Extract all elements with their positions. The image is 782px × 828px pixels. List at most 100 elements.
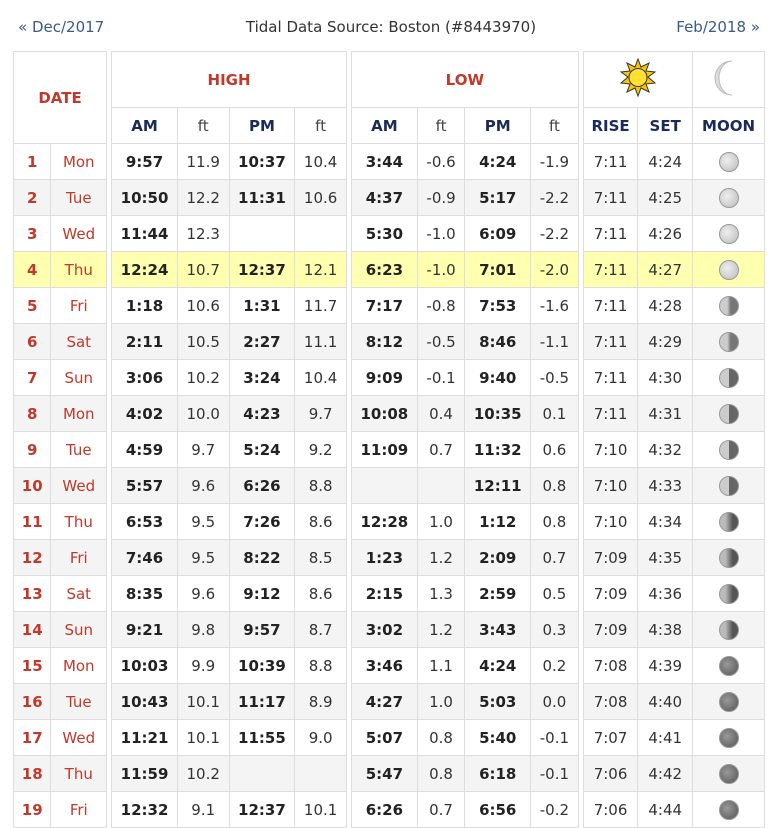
sunset-time: 4:30 xyxy=(637,359,694,396)
sunrise-time: 7:09 xyxy=(582,539,639,576)
moon-phase-cell xyxy=(692,359,765,396)
low-pm-time: 7:53 xyxy=(464,287,532,324)
high-am-time: 10:43 xyxy=(111,683,178,720)
low-pm-time: 12:11 xyxy=(464,467,532,504)
low-am-time: 5:47 xyxy=(350,755,418,792)
table-row: 12 Fri 7:46 9.5 8:22 8.5 1:23 1.2 2:09 0.7 7:09 4:3… xyxy=(12,539,765,576)
sunset-time: 4:26 xyxy=(637,215,694,252)
high-am-time: 12:24 xyxy=(111,251,178,288)
high-am-time: 11:21 xyxy=(111,719,178,756)
high-am-height: 9.6 xyxy=(176,467,230,504)
sunrise-time: 7:06 xyxy=(582,791,639,828)
day-number: 17 xyxy=(12,719,52,756)
high-pm-time: 7:26 xyxy=(228,503,296,540)
sunset-time: 4:32 xyxy=(637,431,694,468)
moon-phase-cell xyxy=(692,539,765,576)
moon-phase-icon xyxy=(718,295,739,316)
low-am-ft-header: ft xyxy=(416,107,466,144)
high-pm-time: 12:37 xyxy=(228,791,296,828)
table-row: 10 Wed 5:57 9.6 6:26 8.8 12:11 0.8 7:10 4:33 xyxy=(12,467,765,504)
high-pm-ft-header: ft xyxy=(294,107,347,144)
moon-phase-cell xyxy=(692,503,765,540)
moon-phase-cell xyxy=(692,791,765,828)
high-pm-time: 10:37 xyxy=(228,143,296,180)
sunrise-time: 7:11 xyxy=(582,359,639,396)
moon-header: MOON xyxy=(692,107,765,144)
moon-phase-cell xyxy=(692,215,765,252)
low-pm-height: -0.1 xyxy=(530,719,579,756)
moon-phase-cell xyxy=(692,719,765,756)
moon-phase-icon xyxy=(718,367,739,388)
low-pm-height: 0.8 xyxy=(530,503,579,540)
sunrise-time: 7:08 xyxy=(582,647,639,684)
low-pm-time: 2:59 xyxy=(464,575,532,612)
high-pm-time: 3:24 xyxy=(228,359,296,396)
moon-phase-icon xyxy=(718,583,739,604)
day-number: 11 xyxy=(12,503,52,540)
sunset-time: 4:33 xyxy=(637,467,694,504)
low-am-height: -0.6 xyxy=(416,143,466,180)
sunrise-time: 7:10 xyxy=(582,467,639,504)
sunrise-time: 7:11 xyxy=(582,251,639,288)
low-am-height xyxy=(416,467,466,504)
low-pm-height: -0.2 xyxy=(530,791,579,828)
high-pm-height: 8.9 xyxy=(294,683,347,720)
day-of-week: Tue xyxy=(50,431,108,468)
high-pm-header: PM xyxy=(228,107,296,144)
high-pm-time: 1:31 xyxy=(228,287,296,324)
date-header: DATE xyxy=(12,51,108,144)
high-am-time: 5:57 xyxy=(111,467,178,504)
high-pm-height: 9.2 xyxy=(294,431,347,468)
high-pm-time: 11:31 xyxy=(228,179,296,216)
low-am-time: 8:12 xyxy=(350,323,418,360)
table-row: 5 Fri 1:18 10.6 1:31 11.7 7:17 -0.8 7:53 -1.6 7:11… xyxy=(12,287,765,324)
high-am-time: 4:59 xyxy=(111,431,178,468)
low-header: LOW xyxy=(350,51,579,108)
moon-phase-icon xyxy=(718,799,739,820)
day-of-week: Tue xyxy=(50,683,108,720)
high-pm-height: 10.4 xyxy=(294,143,347,180)
low-pm-time: 6:18 xyxy=(464,755,532,792)
moon-phase-cell xyxy=(692,395,765,432)
high-am-height: 10.1 xyxy=(176,683,230,720)
moon-phase-cell xyxy=(692,755,765,792)
day-of-week: Sat xyxy=(50,575,108,612)
high-pm-height: 8.6 xyxy=(294,503,347,540)
high-pm-height: 8.8 xyxy=(294,647,347,684)
low-pm-time: 2:09 xyxy=(464,539,532,576)
table-row: 18 Thu 11:59 10.2 5:47 0.8 6:18 -0.1 7:06 4:42 xyxy=(12,755,765,792)
high-am-height: 10.2 xyxy=(176,359,230,396)
low-pm-height: 0.2 xyxy=(530,647,579,684)
day-of-week: Thu xyxy=(50,251,108,288)
low-pm-height: 0.7 xyxy=(530,539,579,576)
low-pm-time: 9:40 xyxy=(464,359,532,396)
low-am-time: 1:23 xyxy=(350,539,418,576)
moon-phase-icon xyxy=(718,511,739,532)
day-of-week: Tue xyxy=(50,179,108,216)
next-month-link[interactable]: Feb/2018 » xyxy=(676,18,760,36)
high-pm-time: 9:57 xyxy=(228,611,296,648)
moon-phase-cell xyxy=(692,647,765,684)
high-pm-time: 11:55 xyxy=(228,719,296,756)
high-am-height: 10.5 xyxy=(176,323,230,360)
low-pm-time: 4:24 xyxy=(464,143,532,180)
high-pm-time xyxy=(228,215,296,252)
day-number: 2 xyxy=(12,179,52,216)
sunset-time: 4:35 xyxy=(637,539,694,576)
high-am-header: AM xyxy=(111,107,178,144)
high-am-time: 7:46 xyxy=(111,539,178,576)
moon-phase-icon xyxy=(718,727,739,748)
moon-phase-cell xyxy=(692,467,765,504)
moon-phase-icon xyxy=(718,547,739,568)
sunset-time: 4:25 xyxy=(637,179,694,216)
low-am-time: 9:09 xyxy=(350,359,418,396)
rise-header: RISE xyxy=(582,107,639,144)
table-row: 15 Mon 10:03 9.9 10:39 8.8 3:46 1.1 4:24 0.2 7:08 4… xyxy=(12,647,765,684)
moon-phase-icon xyxy=(718,223,739,244)
low-pm-height: 0.8 xyxy=(530,467,579,504)
low-pm-time: 8:46 xyxy=(464,323,532,360)
high-am-time: 9:21 xyxy=(111,611,178,648)
sunrise-time: 7:10 xyxy=(582,503,639,540)
low-pm-time: 11:32 xyxy=(464,431,532,468)
low-am-time: 4:37 xyxy=(350,179,418,216)
